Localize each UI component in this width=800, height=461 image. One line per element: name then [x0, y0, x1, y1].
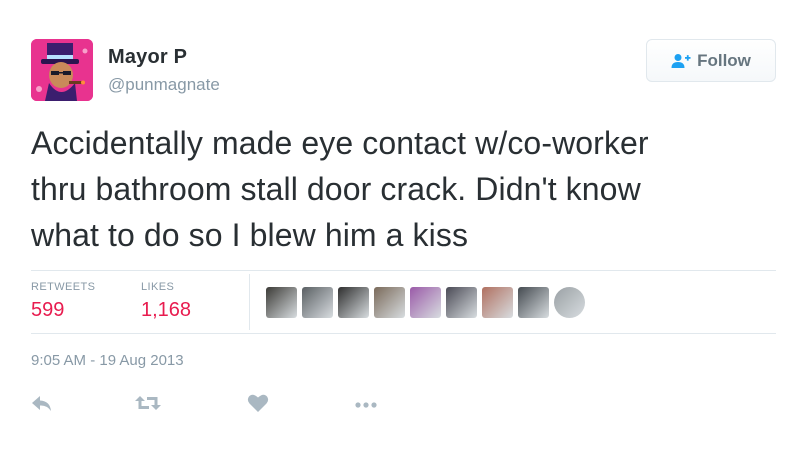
stats-divider	[249, 274, 250, 330]
likes-count: 1,168	[141, 299, 192, 321]
divider	[31, 333, 776, 334]
liker-avatar[interactable]	[482, 287, 513, 318]
liker-avatars	[266, 287, 585, 318]
tweet-text-line: Accidentally made eye contact w/co-worke…	[31, 125, 649, 161]
tweet-text-line: what to do so I blew him a kiss	[31, 217, 469, 253]
retweet-icon[interactable]	[135, 393, 161, 418]
liker-avatar[interactable]	[302, 287, 333, 318]
retweets-label: RETWEETS	[31, 281, 96, 293]
add-user-icon	[671, 53, 691, 69]
reply-icon[interactable]	[31, 393, 53, 418]
retweets-count: 599	[31, 299, 65, 321]
liker-avatar[interactable]	[554, 287, 585, 318]
avatar[interactable]	[31, 39, 93, 101]
liker-avatar[interactable]	[338, 287, 369, 318]
liker-avatar[interactable]	[374, 287, 405, 318]
likes-stat[interactable]: LIKES 1,168	[141, 281, 191, 322]
liker-avatar[interactable]	[446, 287, 477, 318]
user-name[interactable]: Mayor P	[108, 46, 187, 69]
likes-label: LIKES	[141, 281, 175, 293]
follow-button[interactable]: Follow	[646, 39, 776, 82]
tweet-text: Accidentally made eye contact w/co-worke…	[31, 120, 776, 258]
liker-avatar[interactable]	[410, 287, 441, 318]
follow-button-label: Follow	[697, 50, 751, 70]
tweet-text-line: thru bathroom stall door crack. Didn't k…	[31, 171, 641, 207]
like-icon[interactable]	[247, 393, 269, 418]
liker-avatar[interactable]	[518, 287, 549, 318]
user-handle[interactable]: @punmagnate	[108, 75, 220, 95]
divider	[31, 270, 776, 271]
retweets-stat[interactable]: RETWEETS 599	[31, 281, 95, 322]
more-icon[interactable]	[353, 393, 379, 418]
timestamp[interactable]: 9:05 AM - 19 Aug 2013	[31, 352, 184, 369]
liker-avatar[interactable]	[266, 287, 297, 318]
